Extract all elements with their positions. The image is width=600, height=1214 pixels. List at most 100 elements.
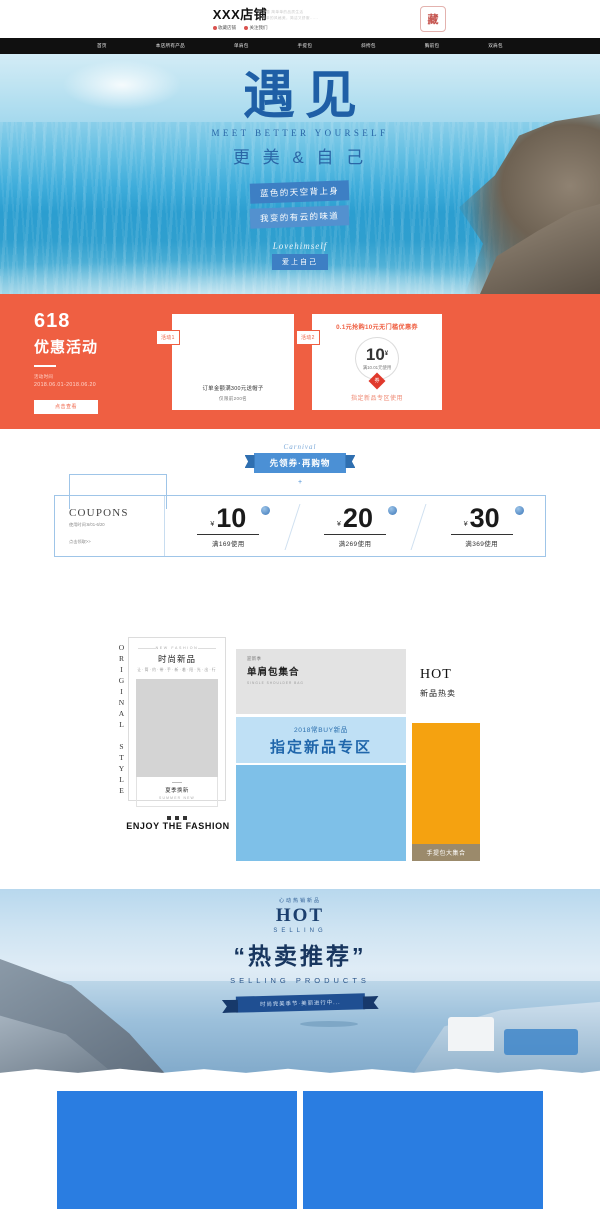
page-root: XXX店铺 收藏店铺 关注我们 主题 简单单的品质生活 简单的风格美，简洁又舒服… bbox=[0, 0, 600, 1214]
banner-building bbox=[448, 1017, 494, 1051]
coupon-10-condition: 满169使用 bbox=[211, 540, 245, 548]
coupon-badge-icon bbox=[261, 505, 271, 515]
banner-copy: 心动热销新品 HOT SELLING “热卖推荐” SELLING PRODUC… bbox=[0, 897, 600, 1013]
hero-tag-2: 我变的有云的味道 bbox=[250, 205, 350, 229]
hot-label-cn: 新品热卖 bbox=[420, 689, 456, 698]
coupons-claim-link[interactable]: 点击领取>> bbox=[69, 539, 164, 545]
promo-card-1-line2: 仅限前200名 bbox=[218, 395, 248, 401]
nav-item-shoulder-bag[interactable]: 单肩包 bbox=[234, 43, 249, 49]
blue-product-panel[interactable] bbox=[236, 765, 406, 861]
coupon-20-amount: 20 bbox=[342, 502, 373, 533]
heart-icon bbox=[212, 25, 217, 30]
shop-seal-icon: 藏 bbox=[420, 6, 446, 32]
hero-copy: 遇见 MEET BETTER YOURSELF 更 美 & 自 己 蓝色的天空背… bbox=[0, 54, 600, 270]
product-tile-2[interactable] bbox=[303, 1091, 543, 1209]
promo-618-time-value: 2018.06.01-2018.06.20 bbox=[34, 381, 97, 388]
shoulder-bag-panel[interactable]: 迎新季 单肩包集合 SINGLE SHOULDER BAG bbox=[236, 649, 406, 714]
hero-tag-1: 蓝色的天空背上身 bbox=[250, 180, 350, 204]
new-product-zone-sub: 2018常BUY新品 bbox=[293, 726, 348, 734]
hero-title: 遇见 bbox=[242, 67, 367, 125]
coupon-item-10[interactable]: ¥ 10 满169使用 bbox=[165, 496, 292, 556]
new-arrivals-footer-cn: 夏季换新 bbox=[165, 788, 189, 794]
hot-selling-banner: 心动热销新品 HOT SELLING “热卖推荐” SELLING PRODUC… bbox=[0, 889, 600, 1079]
banner-islet bbox=[300, 1021, 358, 1027]
coupon-item-20[interactable]: ¥ 20 满269使用 bbox=[292, 496, 419, 556]
hero-subtitle-cn: 更 美 & 自 己 bbox=[232, 148, 368, 167]
collect-shop-label: 收藏店铺 bbox=[218, 24, 236, 30]
coupon-currency-icon: ¥ bbox=[384, 350, 389, 357]
coupon-section: Carnival 先领券·再购物 + COUPONS 使用时间:6/01-6/2… bbox=[0, 429, 600, 589]
promo-618-title: 优惠活动 bbox=[34, 338, 99, 356]
new-arrivals-image bbox=[136, 679, 218, 777]
shoulder-bag-title: 单肩包集合 bbox=[247, 667, 300, 678]
coupon-carnival-label: Carnival bbox=[283, 443, 317, 451]
banner-pool bbox=[504, 1029, 578, 1055]
footer-dash bbox=[172, 782, 182, 783]
promo-card-2[interactable]: 活动2 0.1元抢购10元无门槛优惠券 10¥ 满10.01元使用 券 指定新品… bbox=[296, 313, 442, 410]
hero-script-text: Lovehimself bbox=[272, 241, 328, 251]
nav-item-handbag[interactable]: 手提包 bbox=[298, 43, 313, 49]
coupon-badge-icon bbox=[388, 505, 397, 515]
new-arrivals-sub: 让·简·约·带·手·新·着·阳·光·出·行 bbox=[137, 668, 217, 672]
shoulder-bag-subtitle: SINGLE SHOULDER BAG bbox=[247, 681, 304, 685]
coupon-divider bbox=[324, 533, 386, 535]
nav-item-home[interactable]: 首页 bbox=[97, 43, 107, 49]
hero-banner: 遇见 MEET BETTER YOURSELF 更 美 & 自 己 蓝色的天空背… bbox=[0, 54, 600, 294]
nav-item-crossbody-bag[interactable]: 斜挎包 bbox=[361, 43, 376, 49]
new-product-zone-panel[interactable]: 2018常BUY新品 指定新品专区 bbox=[236, 717, 406, 763]
shop-brand: XXX店铺 收藏店铺 关注我们 bbox=[212, 7, 268, 31]
collect-shop-link[interactable]: 收藏店铺 bbox=[212, 24, 236, 31]
nav-item-chest-bag[interactable]: 胸前包 bbox=[425, 43, 440, 49]
coupon-divider bbox=[197, 533, 260, 535]
coupon-divider bbox=[450, 533, 513, 535]
hot-new-block: HOT 新品热卖 bbox=[420, 667, 456, 699]
coupon-coin-amount: 10¥ bbox=[365, 344, 389, 364]
coupon-30-currency: ¥ bbox=[463, 520, 468, 528]
coupon-ribbon-title: 先领券·再购物 bbox=[253, 453, 347, 473]
promo-card-1[interactable]: 活动1 订单金额满300元送帽子 仅限前200名 bbox=[156, 313, 294, 410]
hero-subtitle-en: MEET BETTER YOURSELF bbox=[211, 128, 389, 138]
follow-us-link[interactable]: 关注我们 bbox=[244, 25, 268, 31]
new-product-zone-title: 指定新品专区 bbox=[269, 738, 372, 756]
coupon-coin-condition: 满10.01元使用 bbox=[362, 364, 392, 370]
coupon-badge-icon bbox=[514, 505, 524, 515]
new-arrivals-card[interactable]: NEW FASHION 时尚新品 让·简·约·带·手·新·着·阳·光·出·行 夏… bbox=[128, 637, 226, 807]
promo-618-section: 618 优惠活动 活动时间 2018.06.01-2018.06.20 点击查看… bbox=[0, 294, 600, 429]
new-arrivals-footer: 夏季换新 SUMMER NEW bbox=[136, 777, 218, 807]
hot-label-en: HOT bbox=[420, 667, 452, 682]
shop-slogan: 主题 简单单的品质生活 简单的风格美，简洁又舒服...... bbox=[262, 10, 372, 21]
promo-card-1-flag: 活动1 bbox=[156, 329, 180, 345]
slogan-line-2: 简单的风格美，简洁又舒服...... bbox=[262, 15, 319, 20]
coupon-item-30[interactable]: ¥ 30 满369使用 bbox=[418, 496, 545, 556]
shop-header: XXX店铺 收藏店铺 关注我们 主题 简单单的品质生活 简单的风格美，简洁又舒服… bbox=[0, 0, 600, 38]
banner-ribbon-text: 时尚完美季节·美丽进行中... bbox=[235, 993, 365, 1013]
product-tile-1[interactable] bbox=[57, 1091, 297, 1209]
new-arrivals-en: NEW FASHION bbox=[136, 646, 218, 650]
handbag-panel[interactable]: 手提包大集合 bbox=[412, 723, 480, 861]
promo-618-left: 618 优惠活动 活动时间 2018.06.01-2018.06.20 点击查看 bbox=[34, 310, 154, 414]
enjoy-the-fashion-label: ENJOY THE FASHION bbox=[126, 821, 230, 831]
banner-hot-label: HOT bbox=[275, 905, 325, 926]
hero-tag-list: 蓝色的天空背上身 我变的有云的味道 bbox=[0, 180, 600, 229]
showcase-vertical-text: ORIGINAL STYLE bbox=[117, 643, 126, 797]
promo-card-1-line1: 订单金额满300元送帽子 bbox=[202, 385, 264, 392]
promo-618-divider bbox=[34, 364, 56, 367]
coupons-valid-period: 使用时间:6/01-6/20 bbox=[69, 522, 105, 527]
banner-main-title: “热卖推荐” bbox=[233, 943, 367, 969]
at-icon bbox=[244, 25, 248, 30]
coupon-30-amount: 30 bbox=[469, 502, 500, 533]
handbag-panel-label: 手提包大集合 bbox=[412, 844, 480, 861]
nav-item-backpack[interactable]: 双肩包 bbox=[488, 43, 503, 49]
coupon-20-currency: ¥ bbox=[337, 520, 341, 528]
promo-card-2-flag: 活动2 bbox=[296, 329, 320, 345]
promo-card-2-title: 0.1元抢购10元无门槛优惠券 bbox=[336, 323, 418, 331]
nav-item-all-products[interactable]: 本店所有产品 bbox=[156, 43, 185, 49]
coupon-coin: 10¥ 满10.01元使用 券 bbox=[355, 336, 399, 389]
showcase-section: ORIGINAL STYLE NEW FASHION 时尚新品 让·简·约·带·… bbox=[0, 589, 600, 889]
coupon-label-panel: COUPONS 使用时间:6/01-6/20 点击领取>> bbox=[55, 474, 167, 556]
promo-618-time-label: 活动时间 bbox=[34, 373, 54, 379]
banner-arc-text: 心动热销新品 bbox=[278, 898, 321, 904]
promo-618-view-button[interactable]: 点击查看 bbox=[34, 399, 98, 414]
banner-products-label: SELLING PRODUCTS bbox=[230, 976, 370, 985]
follow-us-label: 关注我们 bbox=[249, 24, 268, 30]
